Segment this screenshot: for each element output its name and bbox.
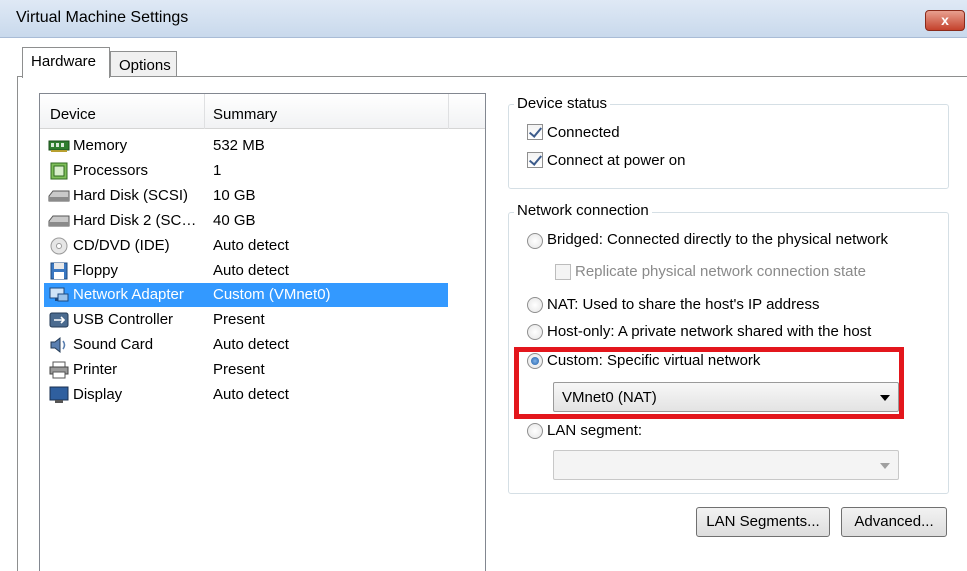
tab-hardware-label: Hardware [31,53,97,70]
device-row-processors[interactable]: Processors 1 [44,159,448,183]
device-name: USB Controller [73,311,174,328]
column-separator[interactable] [204,94,205,129]
title-bar: Virtual Machine Settings x [0,0,967,38]
device-row-floppy[interactable]: Floppy Auto detect [44,259,448,283]
bridged-radio[interactable] [527,233,543,249]
device-name: Sound Card [73,336,154,353]
close-button[interactable]: x [925,10,965,31]
device-row-sound-card[interactable]: Sound Card Auto detect [44,333,448,357]
device-name: Hard Disk 2 (SC… [73,212,197,229]
window-title: Virtual Machine Settings [16,9,189,26]
column-header-device[interactable]: Device [50,106,96,123]
host-only-label[interactable]: Host-only: A private network shared with… [547,323,871,340]
connect-at-power-on-label[interactable]: Connect at power on [547,152,685,169]
connected-checkbox[interactable] [527,124,543,140]
nat-radio[interactable] [527,297,543,313]
nat-label[interactable]: NAT: Used to share the host's IP address [547,296,819,313]
lan-segment-dropdown[interactable] [553,450,899,480]
device-summary: Custom (VMnet0) [213,286,331,303]
sound-icon [50,336,66,354]
connect-at-power-on-checkbox[interactable] [527,152,543,168]
lan-segment-label[interactable]: LAN segment: [547,422,642,439]
device-summary: Auto detect [213,386,289,403]
device-name: Floppy [73,262,119,279]
device-row-memory[interactable]: Memory 532 MB [44,134,448,158]
device-name: Display [73,386,123,403]
advanced-button[interactable]: Advanced... [841,507,947,537]
close-icon: x [941,12,949,28]
device-summary: 10 GB [213,187,256,204]
processor-icon [50,162,68,180]
device-row-printer[interactable]: Printer Present [44,358,448,382]
network-adapter-icon [49,287,69,302]
printer-icon [49,361,69,379]
device-summary: 1 [213,162,222,179]
device-name: CD/DVD (IDE) [73,237,170,254]
memory-icon [48,140,70,152]
device-row-hard-disk-2[interactable]: Hard Disk 2 (SC… 40 GB [44,209,448,233]
device-row-display[interactable]: Display Auto detect [44,383,448,407]
lan-segments-button[interactable]: LAN Segments... [696,507,830,537]
device-row-hard-disk[interactable]: Hard Disk (SCSI) 10 GB [44,184,448,208]
chevron-down-icon [880,463,890,469]
tab-options-label: Options [119,57,171,74]
device-name: Hard Disk (SCSI) [73,187,189,204]
connected-label[interactable]: Connected [547,124,620,141]
device-list-header: Device Summary [40,94,485,129]
device-list[interactable]: Device Summary Memory 532 MB Processors … [39,93,486,571]
network-connection-label: Network connection [514,202,652,219]
device-summary: Auto detect [213,262,289,279]
column-separator[interactable] [448,94,449,129]
column-header-summary[interactable]: Summary [213,106,277,123]
device-status-label: Device status [514,95,611,112]
usb-icon [49,312,69,328]
cd-dvd-icon [50,237,68,255]
advanced-button-label: Advanced... [854,513,934,530]
display-icon [49,386,69,403]
device-name: Memory [73,137,128,154]
floppy-icon [50,262,68,280]
replicate-label[interactable]: Replicate physical network connection st… [575,263,866,280]
device-summary: Auto detect [213,237,289,254]
device-name: Printer [73,361,118,378]
lan-segments-button-label: LAN Segments... [706,513,820,530]
device-name: Processors [73,162,149,179]
host-only-radio[interactable] [527,324,543,340]
device-status-group [508,104,949,189]
replicate-checkbox[interactable] [555,264,571,280]
lan-segment-radio[interactable] [527,423,543,439]
hard-disk-icon [48,190,70,202]
tab-options[interactable]: Options [110,51,177,76]
device-name: Network Adapter [73,286,184,303]
device-summary: Present [213,361,265,378]
device-row-usb-controller[interactable]: USB Controller Present [44,308,448,332]
device-row-network-adapter[interactable]: Network Adapter Custom (VMnet0) [44,283,448,307]
device-summary: Present [213,311,265,328]
highlight-box [514,347,904,419]
bridged-label[interactable]: Bridged: Connected directly to the physi… [547,231,888,248]
device-summary: 532 MB [213,137,265,154]
device-summary: Auto detect [213,336,289,353]
tab-hardware[interactable]: Hardware [22,47,110,78]
device-row-cd-dvd[interactable]: CD/DVD (IDE) Auto detect [44,234,448,258]
hard-disk-icon [48,215,70,227]
device-summary: 40 GB [213,212,256,229]
